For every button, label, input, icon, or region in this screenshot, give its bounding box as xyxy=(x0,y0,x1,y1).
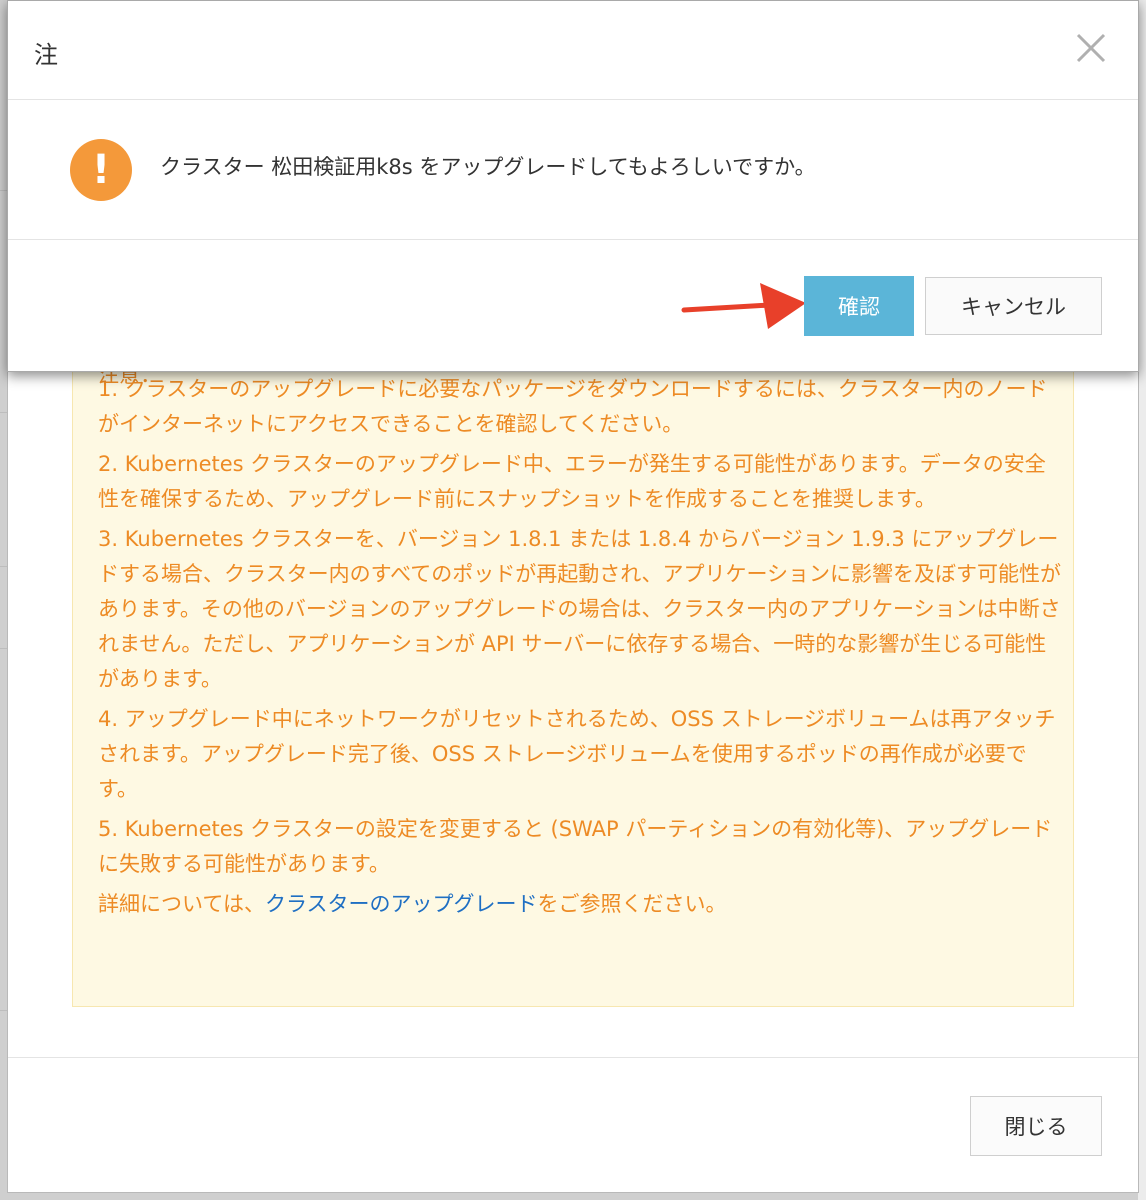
notice-item: 3. Kubernetes クラスターを、バージョン 1.8.1 または 1.8… xyxy=(98,527,1062,691)
notice-item: 4. アップグレード中にネットワークがリセットされるため、OSS ストレージボリ… xyxy=(98,707,1056,801)
confirm-message: クラスター 松田検証用k8s をアップグレードしてもよろしいですか。 xyxy=(160,155,816,179)
footer-divider xyxy=(8,1057,1138,1058)
confirm-button[interactable]: 確認 xyxy=(804,276,914,336)
dialog-title: 注 xyxy=(34,41,58,69)
confirm-dialog: 注 ! クラスター 松田検証用k8s をアップグレードしてもよろしいですか。 確… xyxy=(7,0,1139,372)
details-prefix: 詳細については、 xyxy=(98,892,265,916)
notice-item: 2. Kubernetes クラスターのアップグレード中、エラーが発生する可能性… xyxy=(98,452,1046,511)
close-icon[interactable] xyxy=(1074,31,1108,65)
close-dialog-button[interactable]: 閉じる xyxy=(970,1096,1102,1156)
notice-item: 1. クラスターのアップグレードに必要なパッケージをダウンロードするには、クラス… xyxy=(98,377,1048,436)
upgrade-notice: 注意： 1. クラスターのアップグレードに必要なパッケージをダウンロードするには… xyxy=(72,331,1074,1007)
red-arrow-icon xyxy=(678,277,808,341)
cluster-upgrade-link[interactable]: クラスターのアップグレード xyxy=(265,892,538,916)
notice-item: 5. Kubernetes クラスターの設定を変更すると (SWAP パーティシ… xyxy=(98,817,1053,876)
exclamation-circle-icon: ! xyxy=(70,139,132,201)
details-suffix: をご参照ください。 xyxy=(537,892,727,916)
notice-details: 詳細については、クラスターのアップグレードをご参照ください。 xyxy=(98,887,1063,922)
header-divider xyxy=(8,99,1138,100)
footer-divider xyxy=(8,239,1138,240)
background-right-edge xyxy=(1138,0,1146,1200)
cancel-button[interactable]: キャンセル xyxy=(925,277,1102,335)
